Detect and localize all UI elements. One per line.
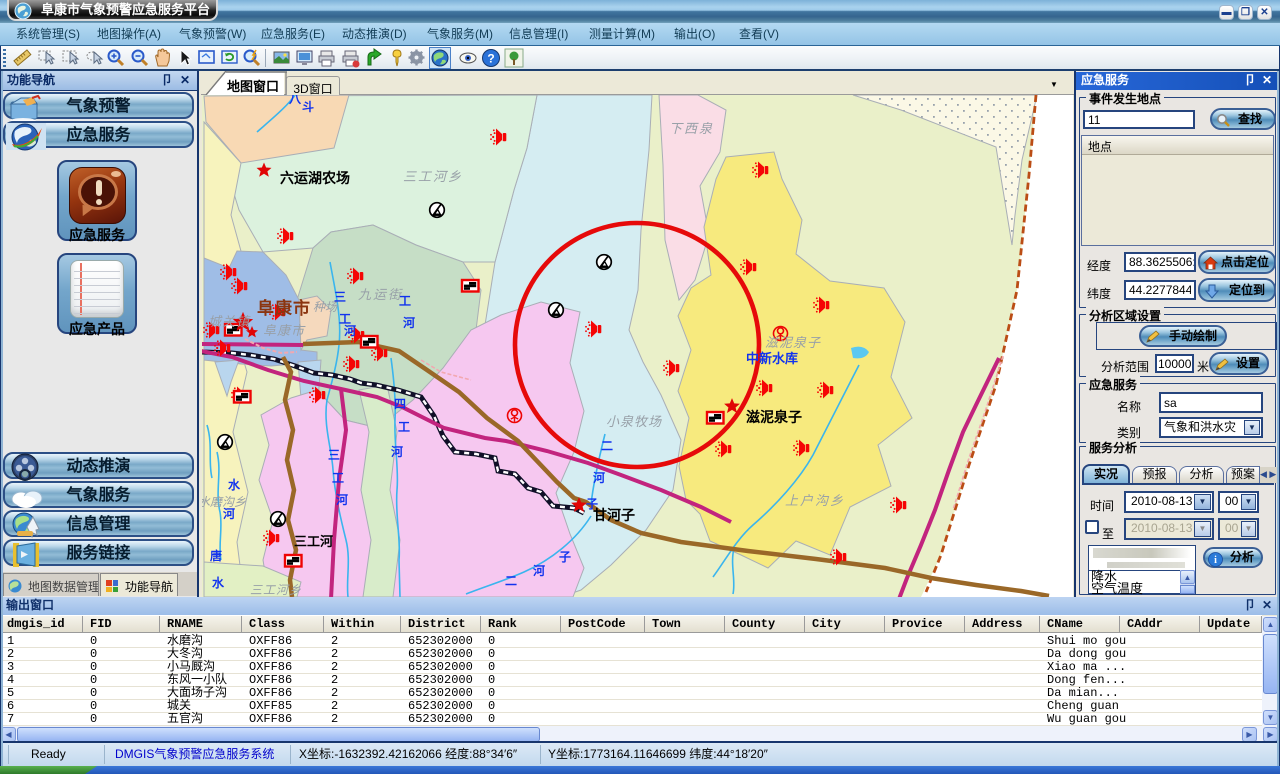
svg-text:i: i — [1214, 555, 1217, 566]
svg-text:滋泥泉子: 滋泥泉子 — [746, 409, 802, 425]
svg-text:?: ? — [487, 52, 494, 66]
svg-text:二: 二 — [505, 574, 517, 588]
svg-text:河: 河 — [532, 563, 545, 578]
svg-text:上户沟乡: 上户沟乡 — [785, 493, 845, 508]
svg-text:工: 工 — [398, 420, 410, 434]
svg-text:河: 河 — [592, 470, 605, 485]
svg-text:河: 河 — [390, 444, 403, 459]
svg-text:唐: 唐 — [210, 548, 222, 563]
svg-text:子: 子 — [559, 550, 571, 564]
svg-text:河: 河 — [402, 315, 415, 330]
svg-text:阜康市: 阜康市 — [263, 323, 306, 338]
svg-text:工: 工 — [332, 471, 344, 485]
svg-text:河: 河 — [343, 323, 356, 338]
svg-text:阜康市: 阜康市 — [257, 298, 311, 318]
svg-text:三: 三 — [334, 290, 346, 304]
svg-text:甘河子: 甘河子 — [593, 507, 635, 523]
svg-text:二: 二 — [601, 439, 613, 453]
svg-text:六运湖农场: 六运湖农场 — [280, 170, 350, 186]
svg-text:八: 八 — [288, 95, 302, 106]
svg-text:水: 水 — [228, 477, 241, 492]
svg-text:三工河乡: 三工河乡 — [403, 169, 463, 184]
svg-text:滋泥泉子: 滋泥泉子 — [765, 335, 821, 350]
svg-text:三工河: 三工河 — [294, 534, 333, 549]
svg-text:下西泉: 下西泉 — [669, 121, 714, 136]
svg-text:三工河乡: 三工河乡 — [250, 583, 302, 597]
svg-text:中新水库: 中新水库 — [746, 351, 798, 366]
svg-text:三: 三 — [328, 448, 340, 462]
svg-text:小泉牧场: 小泉牧场 — [606, 414, 662, 429]
svg-text:水: 水 — [212, 575, 225, 590]
svg-text:工: 工 — [399, 294, 411, 308]
svg-text:九运街: 九运街 — [358, 287, 403, 302]
svg-text:子: 子 — [586, 497, 598, 511]
svg-text:四: 四 — [394, 397, 406, 411]
svg-text:斗: 斗 — [302, 100, 314, 114]
svg-text:河: 河 — [222, 506, 235, 521]
svg-text:城关镇: 城关镇 — [208, 314, 251, 329]
svg-text:河: 河 — [335, 492, 348, 507]
